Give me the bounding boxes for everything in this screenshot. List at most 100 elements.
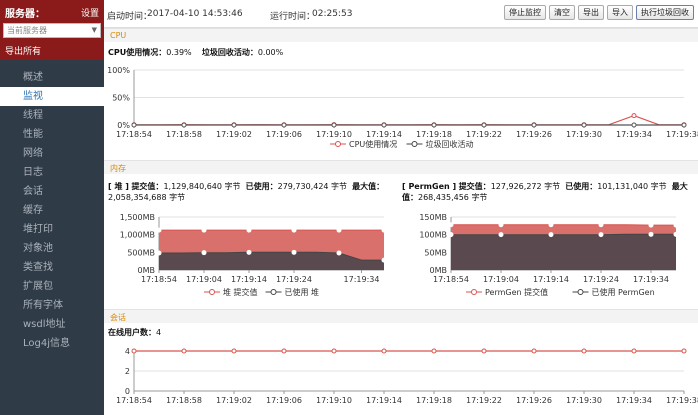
sidebar-item-7[interactable]: 缓存 — [0, 201, 104, 220]
server-select[interactable]: 当前服务器 ▼ — [3, 23, 101, 38]
session-point — [231, 348, 237, 354]
cpu-point — [181, 122, 187, 128]
sidebar-item-13[interactable]: wsdl地址 — [0, 315, 104, 334]
session-x-tick: 17:19:34 — [616, 396, 652, 405]
session-x-tick: 17:19:18 — [416, 396, 452, 405]
session-point — [381, 348, 387, 354]
heap-point — [291, 249, 297, 255]
cpu-x-tick: 17:19:26 — [516, 130, 552, 139]
permgen-y-tick: 100MB — [419, 231, 447, 240]
import-button[interactable]: 导入 — [607, 5, 633, 20]
sidebar-item-12[interactable]: 所有字体 — [0, 296, 104, 315]
sidebar-item-3[interactable]: 性能 — [0, 125, 104, 144]
permgen-committed-label: 提交值： — [458, 182, 491, 191]
cpu-x-tick: 17:18:58 — [166, 130, 202, 139]
clear-button[interactable]: 清空 — [549, 5, 575, 20]
session-chart: 0 2 4 17:18:54 17:18:58 17:19:02 17:19:06 17:19… — [116, 347, 698, 405]
heap-committed-label: 提交值： — [131, 182, 164, 191]
permgen-used-value: 101,131,040 字节 — [597, 182, 667, 191]
sidebar-item-5[interactable]: 日志 — [0, 163, 104, 182]
session-x-tick: 17:19:30 — [566, 396, 602, 405]
permgen-x-tick: 17:19:14 — [533, 275, 569, 284]
cpu-y-tick: 50% — [112, 94, 130, 103]
sidebar-item-14[interactable]: Log4j信息 — [0, 334, 104, 353]
session-x-tick: 17:18:54 — [116, 396, 152, 405]
permgen-y-tick: 0MB — [430, 266, 447, 275]
top-bar: 启动时间： 2017-04-10 14:53:46 运行时间： 02:25:53… — [104, 0, 698, 28]
session-point — [181, 348, 187, 354]
permgen-legend-marker — [577, 289, 584, 295]
permgen-legend-label: 已使用 PermGen — [592, 287, 655, 297]
permgen-x-tick: 17:18:54 — [433, 275, 469, 284]
gc-activity-label: 垃圾回收活动： — [201, 48, 258, 57]
session-point — [131, 348, 137, 354]
sidebar-item-9[interactable]: 对象池 — [0, 239, 104, 258]
session-x-tick: 17:19:06 — [266, 396, 302, 405]
permgen-point — [648, 231, 654, 237]
permgen-point — [598, 222, 604, 228]
permgen-point — [448, 232, 454, 238]
cpu-x-tick: 17:19:06 — [266, 130, 302, 139]
server-select-value: 当前服务器 — [7, 26, 47, 35]
sidebar-item-8[interactable]: 堆打印 — [0, 220, 104, 239]
session-x-tick: 17:19:14 — [366, 396, 402, 405]
heap-committed-value: 1,129,840,640 字节 — [163, 182, 241, 191]
cpu-x-tick: 17:19:34 — [616, 130, 652, 139]
permgen-point — [598, 232, 604, 238]
heap-point — [246, 249, 252, 255]
session-y-tick: 0 — [125, 387, 130, 396]
heap-point — [336, 250, 342, 256]
heap-point — [156, 227, 162, 233]
export-button[interactable]: 导出 — [578, 5, 604, 20]
permgen-point — [648, 222, 654, 228]
cpu-x-tick: 17:19:14 — [366, 130, 402, 139]
server-header: 服务器： 设置 当前服务器 ▼ 导出所有 — [0, 0, 104, 60]
sidebar-item-2[interactable]: 线程 — [0, 106, 104, 125]
online-users-label: 在线用户数： — [108, 328, 156, 337]
cpu-point — [281, 122, 287, 128]
heap-point — [336, 227, 342, 233]
permgen-legend-label: PermGen 提交值 — [485, 287, 548, 297]
gc-activity-value: 0.00% — [257, 48, 284, 57]
export-all-link[interactable]: 导出所有 — [5, 44, 41, 57]
session-point — [581, 348, 587, 354]
cpu-x-tick: 17:19:38 — [666, 130, 698, 139]
cpu-point — [481, 122, 487, 128]
heap-legend-label: 已使用 堆 — [285, 287, 320, 297]
session-x-tick: 17:19:10 — [316, 396, 352, 405]
session-x-tick: 17:19:02 — [216, 396, 252, 405]
heap-label: [ 堆 ] — [108, 182, 129, 191]
sidebar-item-1[interactable]: 监视 — [0, 87, 104, 106]
permgen-x-tick: 17:19:24 — [583, 275, 619, 284]
permgen-x-tick: 17:19:34 — [633, 275, 669, 284]
start-time-label: 启动时间： — [107, 12, 153, 22]
permgen-used-label: 已使用： — [565, 182, 598, 191]
heap-x-tick: 17:19:34 — [344, 275, 380, 284]
heap-point — [381, 257, 387, 263]
sidebar-item-4[interactable]: 网络 — [0, 144, 104, 163]
session-x-tick: 17:19:26 — [516, 396, 552, 405]
cpu-legend-label: 垃圾回收活动 — [426, 139, 474, 149]
toolbar-buttons: 停止监控 清空 导出 导入 执行垃圾回收 — [504, 5, 694, 20]
run-gc-button[interactable]: 执行垃圾回收 — [636, 5, 694, 20]
sidebar-item-6[interactable]: 会话 — [0, 182, 104, 201]
sidebar-item-0[interactable]: 概述 — [0, 68, 104, 87]
sidebar-item-11[interactable]: 扩展包 — [0, 277, 104, 296]
stop-monitor-button[interactable]: 停止监控 — [504, 5, 546, 20]
permgen-stats: [ PermGen ] 提交值：127,926,272 字节 已使用：101,1… — [402, 181, 694, 203]
heap-used-value: 279,730,424 字节 — [277, 182, 348, 191]
session-point — [481, 348, 487, 354]
settings-link[interactable]: 设置 — [81, 6, 99, 19]
sidebar-nav: 概述 监视 线程 性能 网络 日志 会话 缓存 堆打印 对象池 类查找 扩展包 所有字体 wsdl地址 Lo… — [0, 68, 104, 353]
heap-legend-marker — [209, 289, 215, 295]
heap-y-tick: 500MB — [127, 248, 155, 257]
session-x-tick: 17:19:22 — [466, 396, 502, 405]
permgen-point — [498, 222, 504, 228]
heap-y-tick: 1,500MB — [120, 213, 155, 222]
cpu-point — [381, 122, 387, 128]
cpu-x-tick: 17:18:54 — [116, 130, 152, 139]
cpu-point — [431, 122, 437, 128]
heap-y-tick: 1,000MB — [120, 231, 155, 240]
cpu-x-tick: 17:19:02 — [216, 130, 252, 139]
sidebar-item-10[interactable]: 类查找 — [0, 258, 104, 277]
